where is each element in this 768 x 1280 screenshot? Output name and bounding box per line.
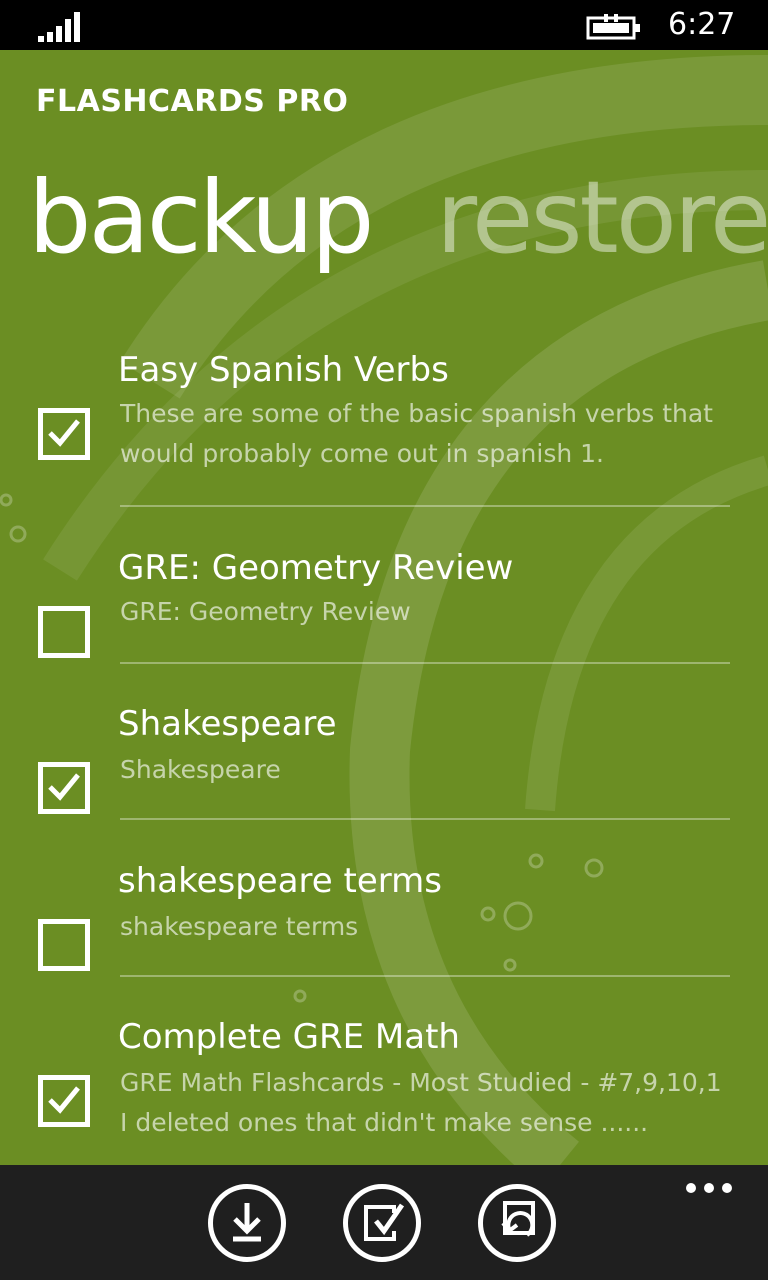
divider [120, 505, 730, 507]
deck-checkbox[interactable] [38, 919, 90, 971]
deck-checkbox[interactable] [38, 1075, 90, 1127]
divider [120, 975, 730, 977]
deck-description-line: These are some of the basic spanish verb… [120, 399, 713, 428]
deck-description-line: GRE: Geometry Review [120, 597, 411, 626]
more-options-icon[interactable] [686, 1183, 734, 1197]
deck-checkbox[interactable] [38, 762, 90, 814]
pivot-header-backup[interactable]: backup [28, 168, 374, 268]
divider [120, 818, 730, 820]
pivot-header-restore[interactable]: restore [436, 168, 768, 268]
deck-description-line: shakespeare terms [120, 912, 359, 941]
deck-title: Shakespeare [118, 704, 337, 744]
select-all-icon [364, 1203, 405, 1241]
deck-description-line: I deleted ones that didn't make sense ..… [120, 1108, 649, 1137]
deck-title: shakespeare terms [118, 861, 442, 901]
checkmark-icon [48, 773, 80, 801]
checkmark-icon [48, 1086, 80, 1114]
deck-description-line: Shakespeare [120, 755, 281, 784]
deck-title: Easy Spanish Verbs [118, 350, 449, 390]
app-content: FLASHCARDS PRO backup restore Easy Spani… [0, 50, 768, 1165]
deck-title: GRE: Geometry Review [118, 548, 514, 588]
deck-checkbox[interactable] [38, 408, 90, 460]
deck-description-line: would probably come out in spanish 1. [120, 439, 605, 468]
deck-checkbox[interactable] [38, 606, 90, 658]
select-all-button[interactable] [343, 1184, 421, 1262]
backup-download-button[interactable] [208, 1184, 286, 1262]
app-title: FLASHCARDS PRO [36, 84, 349, 119]
signal-strength-icon [38, 12, 80, 42]
battery-charging-icon [586, 14, 640, 40]
checkmark-icon [48, 419, 80, 447]
app-bar [0, 1165, 768, 1280]
restore-button[interactable] [478, 1184, 556, 1262]
deck-description-line: GRE Math Flashcards - Most Studied - #7,… [120, 1068, 722, 1097]
download-icon [233, 1203, 261, 1242]
status-clock: 6:27 [668, 7, 736, 42]
status-bar: 6:27 [0, 0, 768, 50]
restore-icon [501, 1201, 535, 1237]
divider [120, 662, 730, 664]
deck-title: Complete GRE Math [118, 1017, 460, 1057]
